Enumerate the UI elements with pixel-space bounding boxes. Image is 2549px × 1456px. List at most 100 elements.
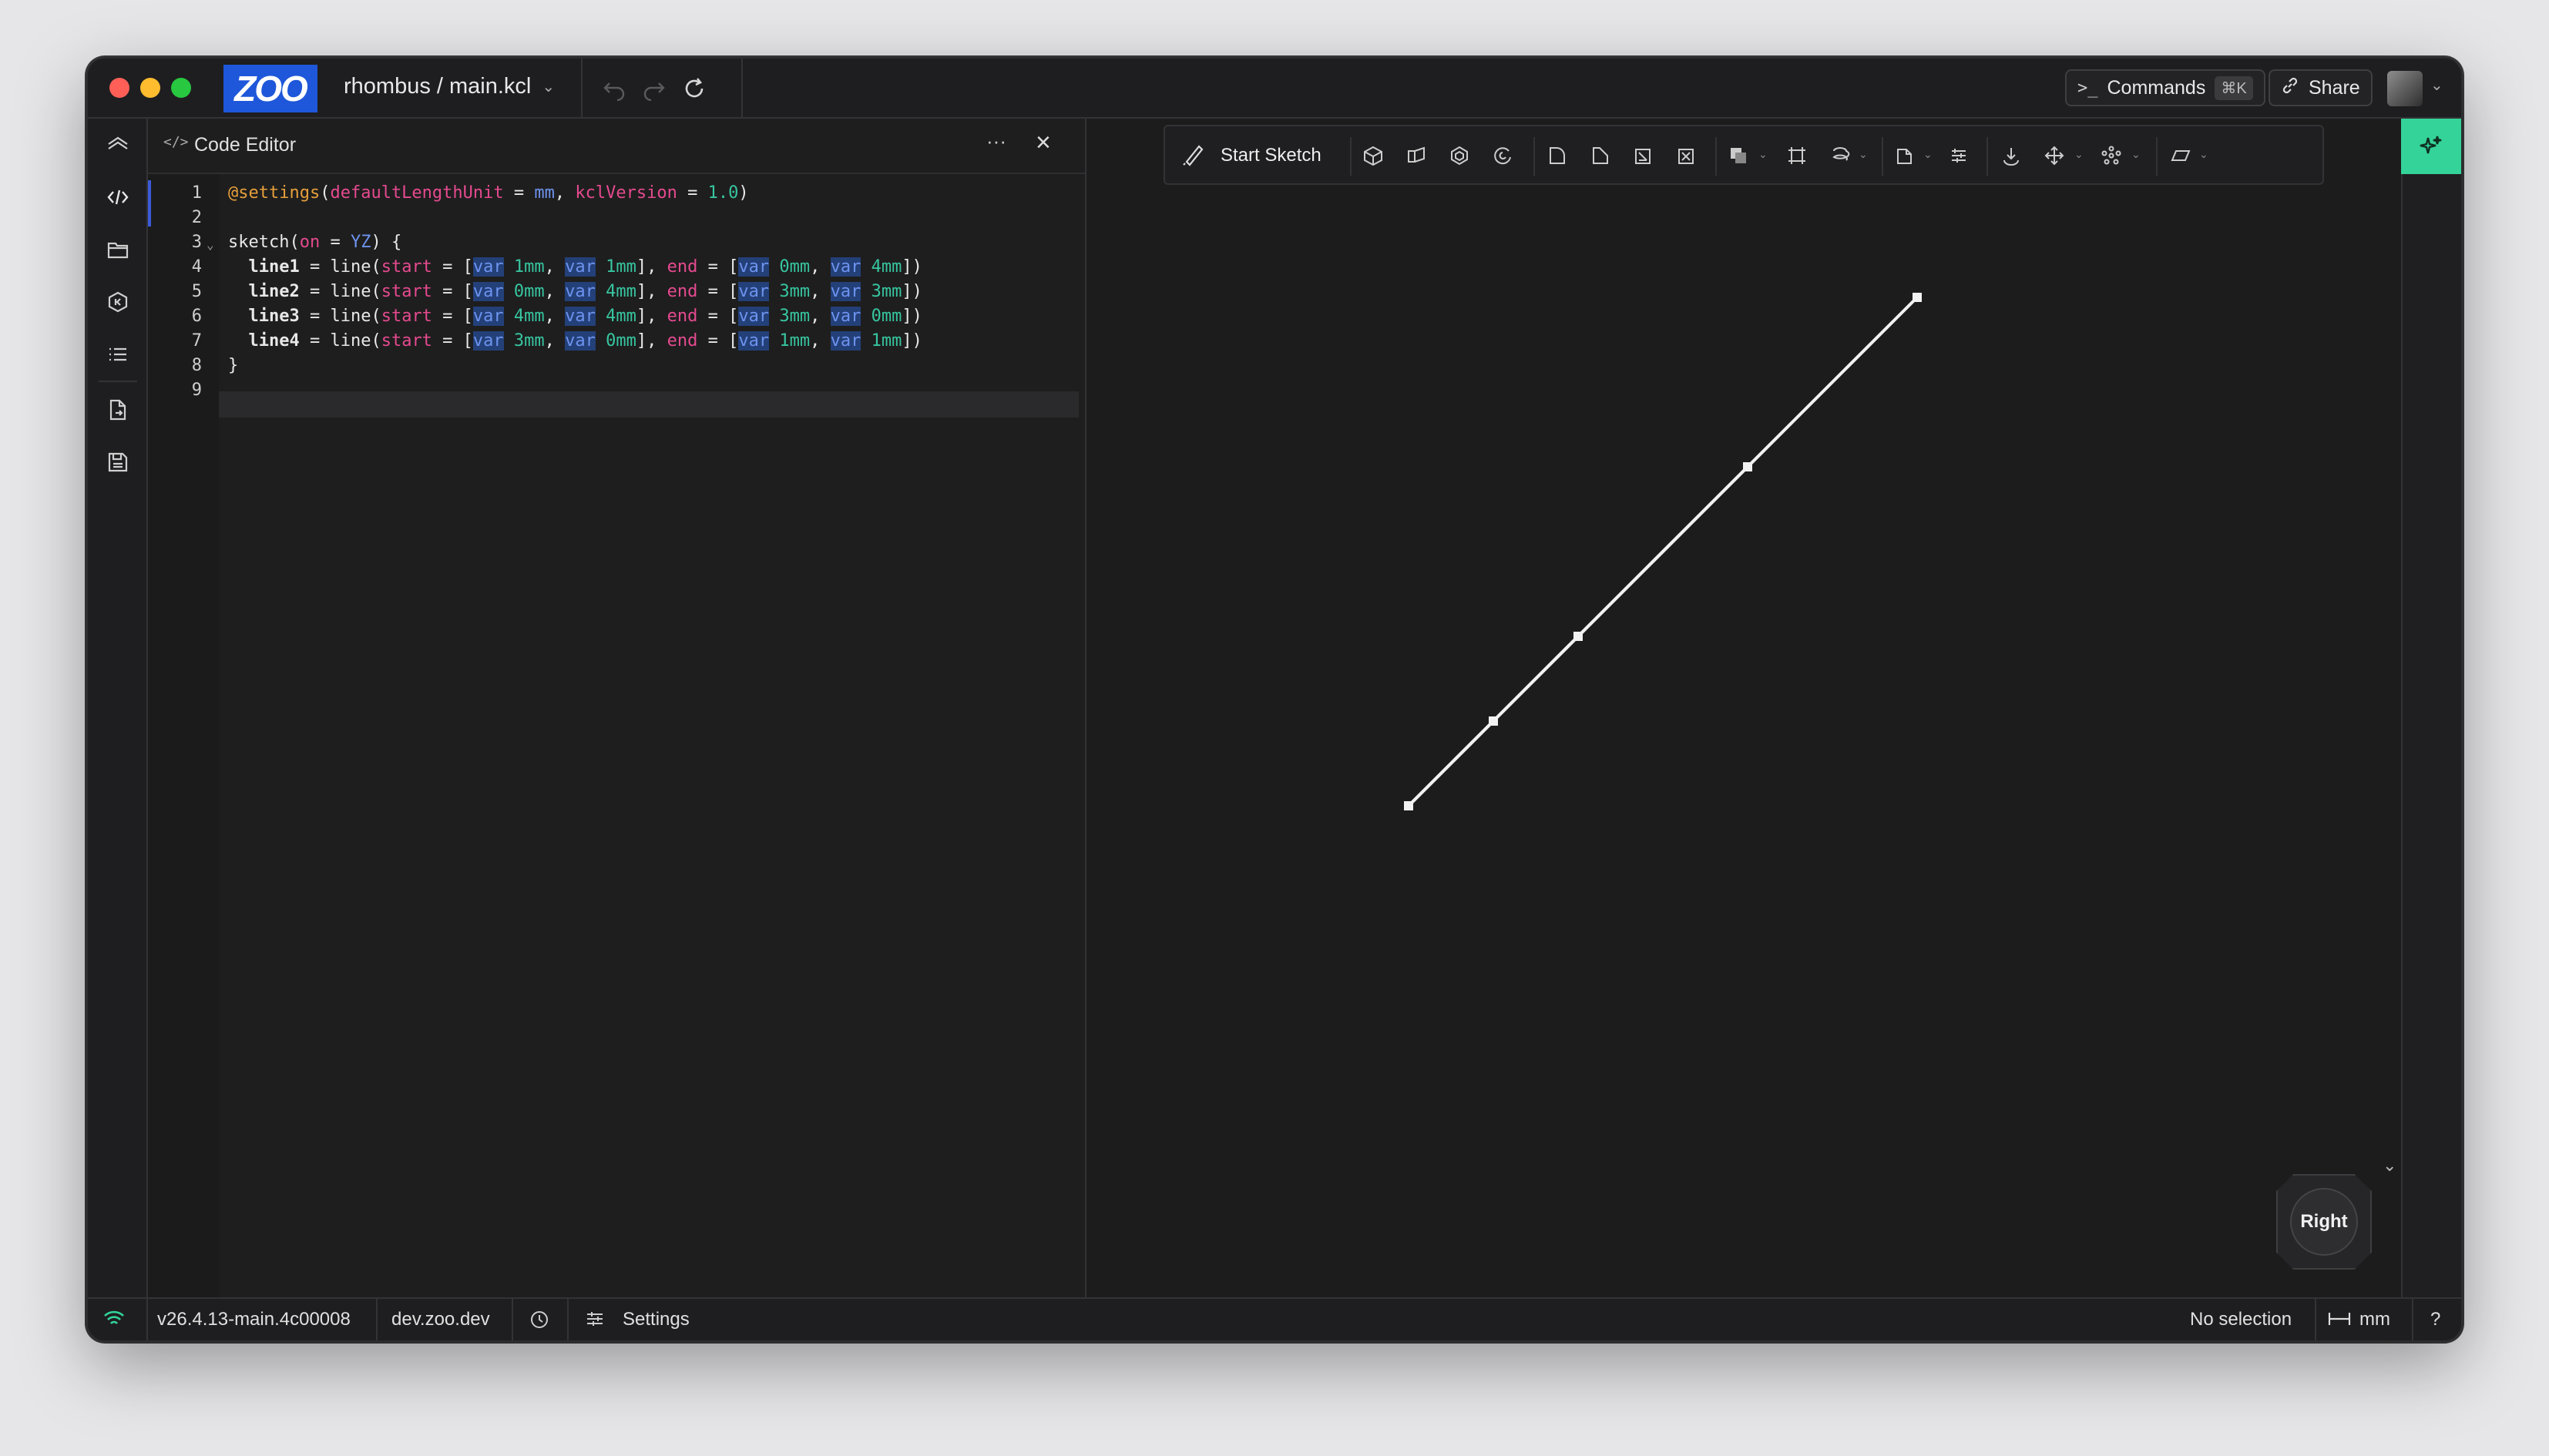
file-export-icon[interactable]	[102, 394, 133, 425]
code-token: var	[472, 331, 504, 351]
view-cube-face[interactable]: Right	[2290, 1188, 2358, 1256]
chevron-down-icon[interactable]: ⌄	[2074, 148, 2084, 161]
code-token: = [	[697, 331, 739, 351]
helix-icon[interactable]	[1826, 142, 1854, 169]
commands-button[interactable]: >_ Commands ⌘K	[2065, 69, 2265, 106]
current-line-highlight	[219, 391, 1079, 418]
refresh-icon[interactable]	[680, 74, 709, 103]
code-token: line4	[248, 331, 300, 351]
code-token: 1mm	[503, 257, 545, 277]
save-icon[interactable]	[102, 447, 133, 478]
code-line[interactable]: }	[228, 353, 238, 379]
code-token: defaultLengthUnit	[330, 183, 504, 203]
chevron-down-icon[interactable]: ⌄	[2383, 1156, 2396, 1176]
pattern-icon[interactable]	[2097, 142, 2125, 169]
code-line[interactable]: line3 = line(start = [var 4mm, var 4mm],…	[228, 304, 922, 330]
feature-tree-icon[interactable]	[102, 129, 133, 160]
code-token: ,	[544, 307, 566, 326]
kcl-samples-icon[interactable]	[102, 287, 133, 317]
code-token: = [	[697, 307, 739, 326]
hole-icon[interactable]	[1672, 142, 1700, 169]
redo-icon[interactable]	[640, 74, 669, 103]
plane-icon[interactable]	[1783, 142, 1811, 169]
extrude-icon[interactable]	[1359, 142, 1387, 169]
sketch-canvas[interactable]	[1086, 119, 2404, 1223]
zoo-logo[interactable]: ZOO	[223, 65, 317, 112]
sketch-vertex-handle[interactable]	[1913, 293, 1922, 302]
sketch-vertex-handle[interactable]	[1573, 632, 1583, 641]
sketch-vertex-handle[interactable]	[1743, 462, 1752, 471]
code-token: var	[738, 257, 770, 277]
code-line[interactable]: sketch(on = YZ) {	[228, 230, 401, 256]
chevron-down-icon[interactable]: ⌄	[2131, 148, 2141, 161]
code-line[interactable]: line1 = line(start = [var 1mm, var 1mm],…	[228, 254, 922, 280]
line-number: 8	[191, 356, 202, 375]
code-icon[interactable]	[102, 182, 133, 213]
code-line[interactable]: line4 = line(start = [var 3mm, var 0mm],…	[228, 328, 922, 354]
revolve-icon[interactable]	[1489, 142, 1516, 169]
chevron-down-icon[interactable]: ⌄	[2430, 75, 2443, 95]
fold-chevron-icon[interactable]: ⌄	[207, 237, 214, 252]
code-token: ])	[902, 307, 922, 326]
code-token: var	[830, 257, 861, 277]
share-button[interactable]: Share	[2269, 69, 2373, 106]
divider	[376, 1299, 378, 1340]
code-token: = [	[432, 307, 473, 326]
list-icon[interactable]	[102, 339, 133, 370]
units-label[interactable]: mm	[2359, 1309, 2390, 1330]
boolean-union-icon[interactable]	[1725, 142, 1752, 169]
parallelogram-icon[interactable]	[2167, 142, 2195, 169]
chamfer-icon[interactable]	[1586, 142, 1614, 169]
sketch-segment-line3[interactable]	[1492, 296, 1919, 723]
settings-label[interactable]: Settings	[623, 1309, 690, 1330]
code-area[interactable]: 1 @settings(defaultLengthUnit = mm, kclVe…	[148, 174, 1085, 1297]
ruler-icon[interactable]	[2327, 1308, 2352, 1335]
app-version[interactable]: v26.4.13-main.4c00008	[157, 1309, 351, 1330]
sparkles-icon[interactable]	[2401, 119, 2461, 174]
start-sketch-label[interactable]: Start Sketch	[1221, 145, 1322, 166]
sketch-segment-line4[interactable]	[1407, 720, 1495, 807]
line-number: 6	[191, 307, 202, 326]
timer-icon[interactable]	[529, 1308, 550, 1335]
sweep-icon[interactable]	[1402, 142, 1430, 169]
shell-icon[interactable]	[1629, 142, 1657, 169]
chevron-down-icon[interactable]: ⌄	[1758, 148, 1768, 161]
fillet-icon[interactable]	[1543, 142, 1570, 169]
project-file-selector[interactable]: rhombus / main.kcl ⌄	[344, 74, 555, 99]
close-window-button[interactable]	[109, 78, 129, 98]
avatar[interactable]	[2387, 71, 2423, 106]
server-label[interactable]: dev.zoo.dev	[391, 1309, 490, 1330]
chevron-down-icon[interactable]: ⌄	[1923, 148, 1933, 161]
divider	[146, 1299, 148, 1340]
terminal-icon: >_	[2077, 78, 2098, 98]
chevron-down-icon[interactable]: ⌄	[2199, 148, 2208, 161]
maximize-window-button[interactable]	[171, 78, 191, 98]
network-wifi-icon[interactable]	[102, 1307, 126, 1337]
code-line[interactable]: line2 = line(start = [var 0mm, var 4mm],…	[228, 279, 922, 305]
code-token: = [	[432, 282, 473, 301]
move-icon[interactable]	[2040, 142, 2068, 169]
code-token: = line(	[299, 331, 381, 351]
more-options-icon[interactable]: ···	[986, 129, 1006, 153]
sketch-vertex-handle[interactable]	[1489, 716, 1498, 726]
translate-icon[interactable]	[1891, 142, 1919, 169]
code-line[interactable]: @settings(defaultLengthUnit = mm, kclVer…	[228, 180, 749, 206]
undo-icon[interactable]	[599, 74, 629, 103]
close-icon[interactable]: ×	[1036, 128, 1051, 158]
folder-icon[interactable]	[102, 234, 133, 265]
code-token: ,	[544, 257, 566, 277]
chevron-down-icon[interactable]: ⌄	[1859, 148, 1868, 161]
appearance-icon[interactable]	[1945, 142, 1973, 169]
sketch-vertex-handle[interactable]	[1404, 801, 1413, 810]
pencil-icon[interactable]	[1179, 142, 1207, 169]
view-cube[interactable]: Right	[2276, 1174, 2372, 1270]
insert-icon[interactable]	[1997, 142, 2025, 169]
loft-icon[interactable]	[1446, 142, 1473, 169]
minimize-window-button[interactable]	[140, 78, 160, 98]
3d-viewport[interactable]: Start Sketch ⌄ ⌄ ⌄ ⌄ ⌄ ⌄ ⌄	[1086, 119, 2461, 1297]
help-button[interactable]: ?	[2430, 1309, 2440, 1330]
sliders-icon[interactable]	[584, 1308, 606, 1335]
code-token: 4mm	[503, 307, 545, 326]
code-token: 0mm	[861, 307, 902, 326]
